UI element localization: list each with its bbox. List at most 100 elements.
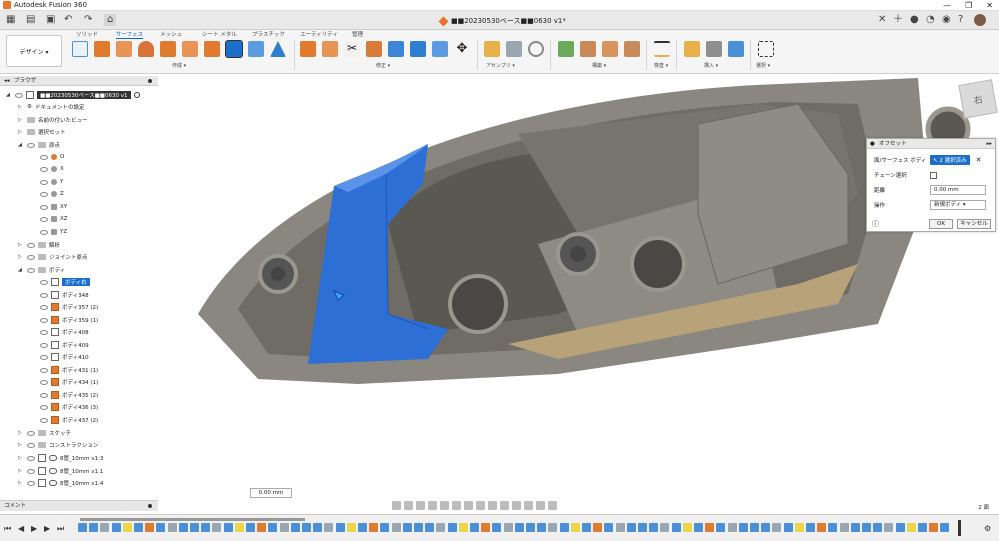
timeline-feature-icon[interactable] — [78, 523, 87, 532]
timeline-feature-icon[interactable] — [458, 523, 468, 532]
visibility-icon[interactable] — [40, 229, 48, 235]
home-icon[interactable]: ⌂ — [104, 14, 117, 26]
insert-derive-icon[interactable] — [684, 41, 700, 57]
tree-item[interactable]: ボディ434 (1) — [40, 376, 98, 388]
visibility-icon[interactable] — [40, 179, 48, 185]
timeline-feature-icon[interactable] — [492, 523, 502, 532]
clear-selection-icon[interactable]: ✕ — [976, 156, 982, 164]
timeline-feature-icon[interactable] — [358, 523, 367, 532]
extensions-icon[interactable]: ● — [910, 14, 919, 26]
sweep-icon[interactable] — [138, 41, 154, 57]
tree-item[interactable]: ▷ 8管_10mm v1:1 — [18, 465, 103, 477]
expand-dialog-icon[interactable]: ▸▸ — [986, 139, 992, 149]
timeline-feature-icon[interactable] — [302, 523, 311, 532]
measure-icon[interactable] — [654, 41, 670, 57]
visibility-icon[interactable] — [27, 267, 35, 273]
tree-item[interactable]: ボディ348 — [40, 289, 89, 301]
timeline-feature-icon[interactable] — [918, 523, 927, 532]
redo-icon[interactable]: ↷ — [84, 14, 92, 26]
timeline-feature-icon[interactable] — [156, 523, 166, 532]
timeline-feature-icon[interactable] — [268, 523, 278, 532]
tree-item[interactable]: XY — [40, 201, 67, 213]
timeline-feature-icon[interactable] — [862, 523, 871, 532]
visibility-icon[interactable] — [27, 242, 35, 248]
boundary-fill-icon[interactable] — [270, 41, 286, 57]
visibility-icon[interactable] — [40, 166, 48, 172]
timeline-feature-icon[interactable] — [772, 523, 782, 532]
viewport-settings-icon[interactable] — [476, 500, 485, 510]
trim-icon[interactable]: ✂ — [344, 41, 360, 57]
fit-icon[interactable] — [440, 500, 449, 510]
collapse-arrow-icon[interactable]: ◢ — [18, 267, 24, 273]
timeline-feature-icon[interactable] — [884, 523, 894, 532]
timeline-feature-icon[interactable] — [694, 523, 703, 532]
workspace-switcher[interactable]: デザイン ▾ — [6, 35, 62, 67]
visibility-icon[interactable] — [27, 442, 35, 448]
visibility-icon[interactable] — [40, 329, 48, 335]
tree-item[interactable]: ◢ ボディ — [18, 264, 65, 276]
visibility-icon[interactable] — [40, 379, 48, 385]
avatar[interactable] — [974, 14, 986, 26]
midplane-icon[interactable] — [624, 41, 640, 57]
timeline-feature-icon[interactable] — [794, 523, 804, 532]
selection-filter-icon[interactable] — [488, 500, 497, 510]
assembly-group-label[interactable]: アセンブリ ▾ — [486, 62, 515, 69]
visibility-icon[interactable] — [40, 191, 48, 197]
expand-arrow-icon[interactable]: ▷ — [18, 104, 24, 110]
timeline-feature-icon[interactable] — [929, 523, 939, 532]
visibility-icon[interactable] — [40, 367, 48, 373]
timeline-feature-icon[interactable] — [369, 523, 379, 532]
tree-item[interactable]: ボディ409 — [40, 339, 89, 351]
effects-icon[interactable] — [524, 500, 533, 510]
go-to-end-icon[interactable]: ⏭ — [57, 524, 64, 534]
view-cube-face[interactable]: 右 — [972, 92, 984, 106]
modify-group-label[interactable]: 修正 ▾ — [376, 62, 390, 69]
environment-icon[interactable] — [512, 500, 521, 510]
tree-item[interactable]: ▷ 8管_10mm v1:4 — [18, 477, 103, 489]
timeline-feature-icon[interactable] — [223, 523, 233, 532]
tab-utility[interactable]: ユーティリティ — [300, 30, 338, 38]
play-icon[interactable]: ▶ — [31, 524, 37, 533]
timeline-feature-icon[interactable] — [750, 523, 759, 532]
help-icon[interactable]: ? — [958, 14, 963, 26]
inspect-group-label[interactable]: 検査 ▾ — [654, 62, 668, 69]
timeline-feature-icon[interactable] — [940, 523, 950, 532]
new-component-icon[interactable] — [484, 41, 500, 57]
chain-selection-checkbox[interactable] — [930, 171, 937, 179]
grid-menu-icon[interactable]: ▦ — [6, 14, 15, 26]
tree-item[interactable]: ▷ 8管_10mm v1:3 — [18, 452, 103, 464]
collapse-icon[interactable]: ◂◂ — [4, 76, 10, 86]
timeline-feature-icon[interactable] — [526, 523, 535, 532]
extend-icon[interactable] — [366, 41, 382, 57]
timeline-feature-icon[interactable] — [570, 523, 580, 532]
tree-item[interactable]: ボディ右 — [40, 276, 90, 288]
comments-panel[interactable]: コメント — [0, 500, 158, 511]
file-menu-icon[interactable]: ▤ — [26, 14, 35, 26]
new-tab-icon[interactable]: ＋ — [893, 14, 903, 26]
timeline-feature-icon[interactable] — [470, 523, 479, 532]
timeline-feature-icon[interactable] — [873, 523, 883, 532]
patch-icon[interactable] — [182, 41, 198, 57]
timeline-feature-icon[interactable] — [246, 523, 255, 532]
timeline-feature-icon[interactable] — [122, 523, 132, 532]
plane-at-angle-icon[interactable] — [580, 41, 596, 57]
tree-item[interactable]: O — [40, 151, 64, 163]
visibility-icon[interactable] — [40, 279, 48, 285]
pan-icon[interactable] — [416, 500, 425, 510]
step-back-icon[interactable]: ◀ — [18, 524, 24, 533]
expand-arrow-icon[interactable]: ▷ — [18, 468, 24, 474]
timeline-feature-icon[interactable] — [604, 523, 614, 532]
timeline-feature-icon[interactable] — [906, 523, 916, 532]
tab-mesh[interactable]: メッシュ — [160, 30, 182, 38]
orbit-icon[interactable] — [392, 500, 401, 510]
visibility-icon[interactable] — [27, 468, 35, 474]
notifications-icon[interactable]: ◉ — [942, 14, 951, 26]
insert-mesh-icon[interactable] — [706, 41, 722, 57]
timeline-feature-icon[interactable] — [727, 523, 737, 532]
timeline-feature-icon[interactable] — [806, 523, 815, 532]
grid-settings-icon[interactable] — [464, 500, 473, 510]
timeline-feature-icon[interactable] — [425, 523, 435, 532]
camera-icon[interactable] — [548, 500, 557, 510]
ruled-icon[interactable] — [204, 41, 220, 57]
timeline-feature-icon[interactable] — [279, 523, 289, 532]
